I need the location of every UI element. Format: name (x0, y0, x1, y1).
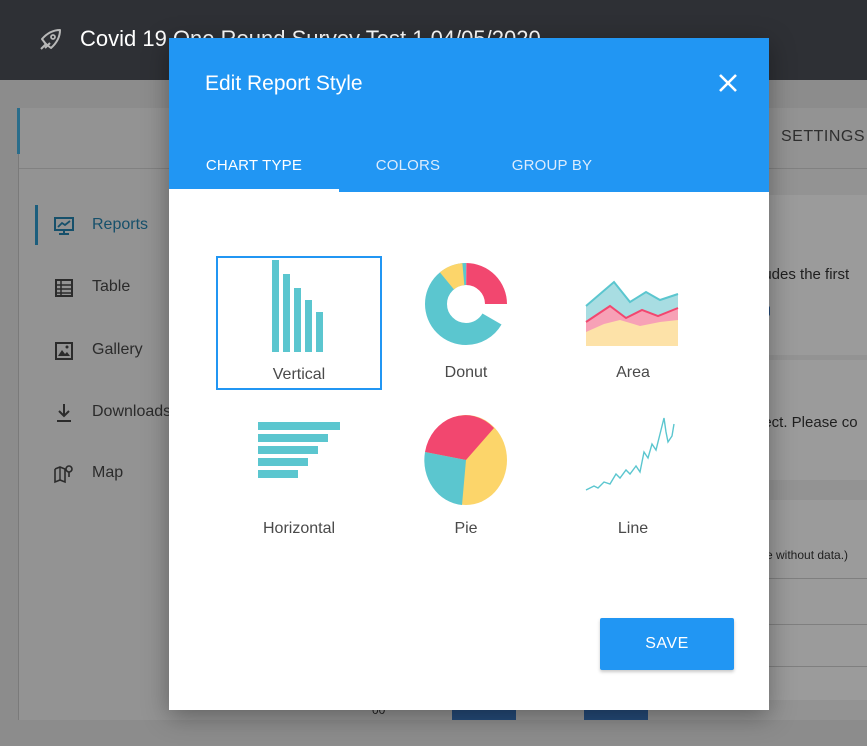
divider (768, 666, 867, 667)
chart-option-label: Area (616, 364, 650, 381)
background-bar (584, 710, 648, 720)
chart-option-label: Pie (454, 520, 478, 537)
sidebar-item-downloads[interactable]: Downloads (36, 394, 186, 430)
line-chart-icon (585, 417, 675, 491)
dialog-tabs: CHART TYPE COLORS GROUP BY (169, 138, 769, 192)
gallery-icon (55, 342, 73, 360)
vertical-bar-chart-icon (272, 260, 323, 352)
area-chart-icon (585, 280, 679, 346)
sidebar-item-label: Downloads (92, 403, 172, 420)
sidebar-item-label: Map (92, 464, 124, 481)
chart-option-donut[interactable]: Donut (383, 256, 549, 390)
tab-chart-type[interactable]: CHART TYPE (169, 138, 339, 192)
background-bar (452, 710, 516, 720)
divider (768, 578, 867, 579)
tab-settings[interactable]: SETTINGS (781, 128, 865, 146)
sidebar-item-map[interactable]: Map (36, 455, 186, 491)
divider (768, 624, 867, 625)
chart-option-label: Vertical (272, 366, 326, 383)
close-icon[interactable] (713, 68, 743, 98)
save-button-label: SAVE (645, 635, 689, 652)
tab-label: GROUP BY (511, 156, 593, 174)
chart-option-area[interactable]: Area (550, 256, 716, 390)
chart-option-pie[interactable]: Pie (383, 412, 549, 546)
chart-option-label: Donut (444, 364, 488, 381)
horizontal-bar-chart-icon (258, 422, 340, 478)
tab-colors[interactable]: COLORS (339, 138, 477, 192)
rocket-icon (40, 29, 61, 50)
chart-option-horizontal[interactable]: Horizontal (216, 412, 382, 546)
sidebar-item-label: Reports (92, 216, 149, 233)
dialog-title: Edit Report Style (205, 72, 363, 95)
sidebar-item-label: Gallery (92, 341, 143, 358)
donut-chart-icon (425, 263, 507, 345)
chart-option-label: Horizontal (262, 520, 336, 537)
edit-report-style-dialog: Edit Report Style CHART TYPE COLORS GROU… (169, 38, 769, 710)
sidebar-item-gallery[interactable]: Gallery (36, 332, 186, 368)
save-button[interactable]: SAVE (600, 618, 734, 670)
sidebar-item-reports[interactable]: Reports (35, 205, 186, 245)
download-icon (57, 404, 71, 422)
background-text: ludes the first (760, 266, 850, 283)
active-indicator (35, 205, 38, 245)
tab-label: CHART TYPE (205, 156, 303, 174)
chart-option-vertical[interactable]: Vertical (216, 256, 382, 390)
map-pin-icon (54, 465, 73, 484)
table-icon (55, 279, 73, 297)
chart-option-line[interactable]: Line (550, 412, 716, 546)
chart-option-label: Line (617, 520, 649, 537)
pie-chart-icon (424, 415, 507, 505)
chart-type-grid: Vertical Donut Area Horizontal Pie Line (169, 192, 769, 542)
background-text: ject. Please co (760, 414, 858, 431)
dialog-header: Edit Report Style CHART TYPE COLORS GROU… (169, 38, 769, 192)
sidebar-item-label: Table (92, 278, 131, 295)
tab-label: COLORS (375, 156, 441, 174)
tab-group-by[interactable]: GROUP BY (477, 138, 627, 192)
sidebar-item-table[interactable]: Table (36, 269, 186, 305)
presentation-chart-icon (54, 217, 74, 235)
left-accent-bar (17, 108, 20, 154)
background-text: e without data.) (766, 548, 849, 562)
